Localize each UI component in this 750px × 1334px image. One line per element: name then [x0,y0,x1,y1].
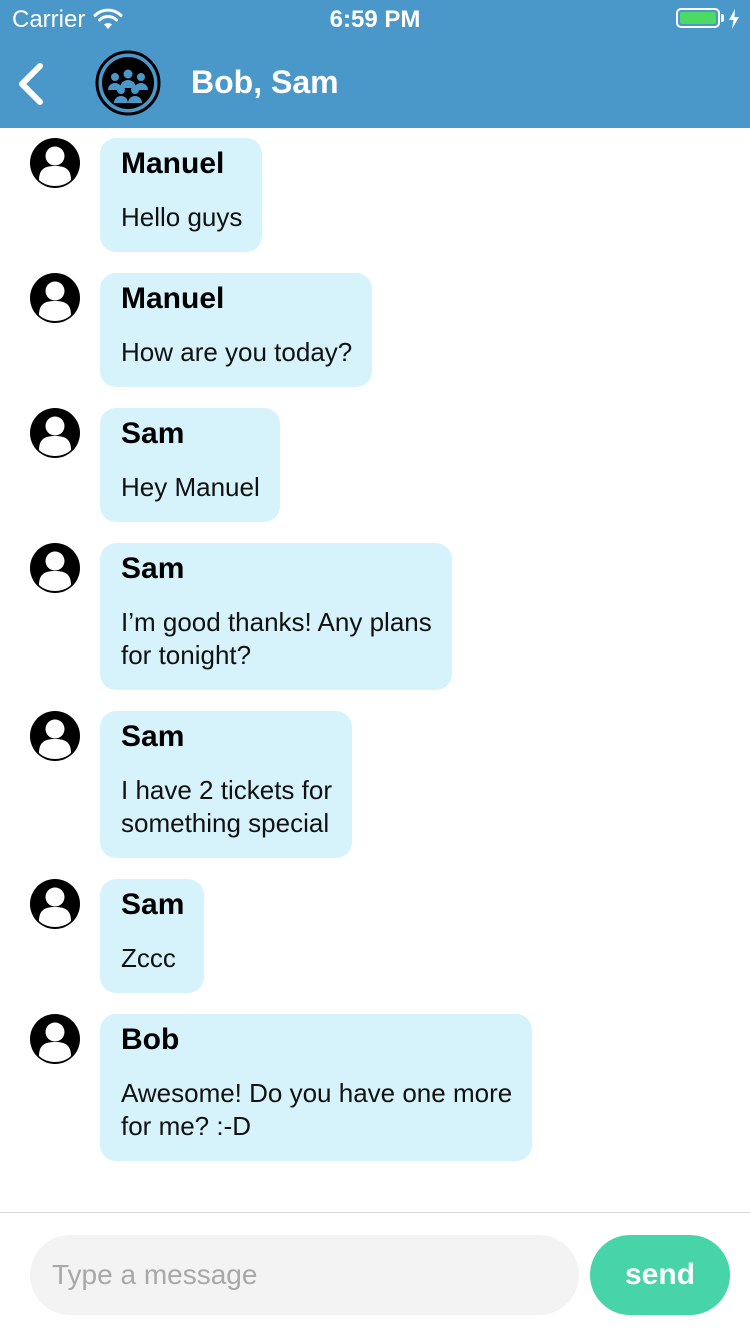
chat-screen: Carrier 6:59 PM Bob, Sam Manuel Hello gu… [0,0,750,1334]
send-button[interactable]: send [590,1235,730,1315]
message-sender: Sam [121,417,185,450]
user-avatar-icon[interactable] [30,138,80,188]
message-bubble[interactable]: Manuel Hello guys [100,138,263,252]
message-input[interactable] [30,1235,579,1315]
message-bubble[interactable]: Sam I have 2 tickets for something speci… [100,711,352,858]
message-bubble[interactable]: Sam Hey Manuel [100,408,280,522]
conversation-title[interactable]: Bob, Sam [191,64,339,101]
message-sender: Sam [121,552,185,585]
message-sender: Sam [121,888,185,921]
message-text: Awesome! Do you have one more for me? :-… [121,1078,513,1141]
message-bubble[interactable]: Sam Zccc [100,879,205,993]
user-avatar-icon[interactable] [30,273,80,323]
message-text: I have 2 tickets for something special [121,775,332,838]
battery-cap [721,14,724,22]
header: Carrier 6:59 PM Bob, Sam [0,0,750,128]
nav-bar: Bob, Sam [0,40,750,128]
message-sender: Bob [121,1023,180,1056]
user-avatar-icon[interactable] [30,543,80,593]
message-sender: Manuel [121,147,225,180]
back-button[interactable] [14,62,50,106]
message-text: How are you today? [121,337,353,367]
composer: send [0,1212,750,1334]
message-bubble[interactable]: Sam I’m good thanks! Any plans for tonig… [100,543,452,690]
message-bubble[interactable]: Bob Awesome! Do you have one more for me… [100,1014,533,1161]
user-avatar-icon[interactable] [30,408,80,458]
chevron-left-icon [19,63,43,105]
message-text: Hey Manuel [121,472,260,502]
user-avatar-icon[interactable] [30,879,80,929]
user-avatar-icon[interactable] [30,711,80,761]
message-text: I’m good thanks! Any plans for tonight? [121,607,432,670]
user-avatar-icon[interactable] [30,1014,80,1064]
battery-indicator [676,8,740,29]
message-sender: Manuel [121,282,225,315]
message-text: Zccc [121,943,176,973]
message-sender: Sam [121,720,185,753]
group-avatar-icon[interactable] [95,50,161,116]
status-time: 6:59 PM [329,6,421,33]
message-text: Hello guys [121,202,243,232]
status-bar: Carrier 6:59 PM [0,0,750,40]
battery-fill [680,12,716,24]
charging-bolt-icon [728,8,740,29]
battery-icon [676,8,720,28]
message-bubble[interactable]: Manuel How are you today? [100,273,373,387]
message-list[interactable]: Manuel Hello guys Manuel How are you tod… [0,128,750,1212]
